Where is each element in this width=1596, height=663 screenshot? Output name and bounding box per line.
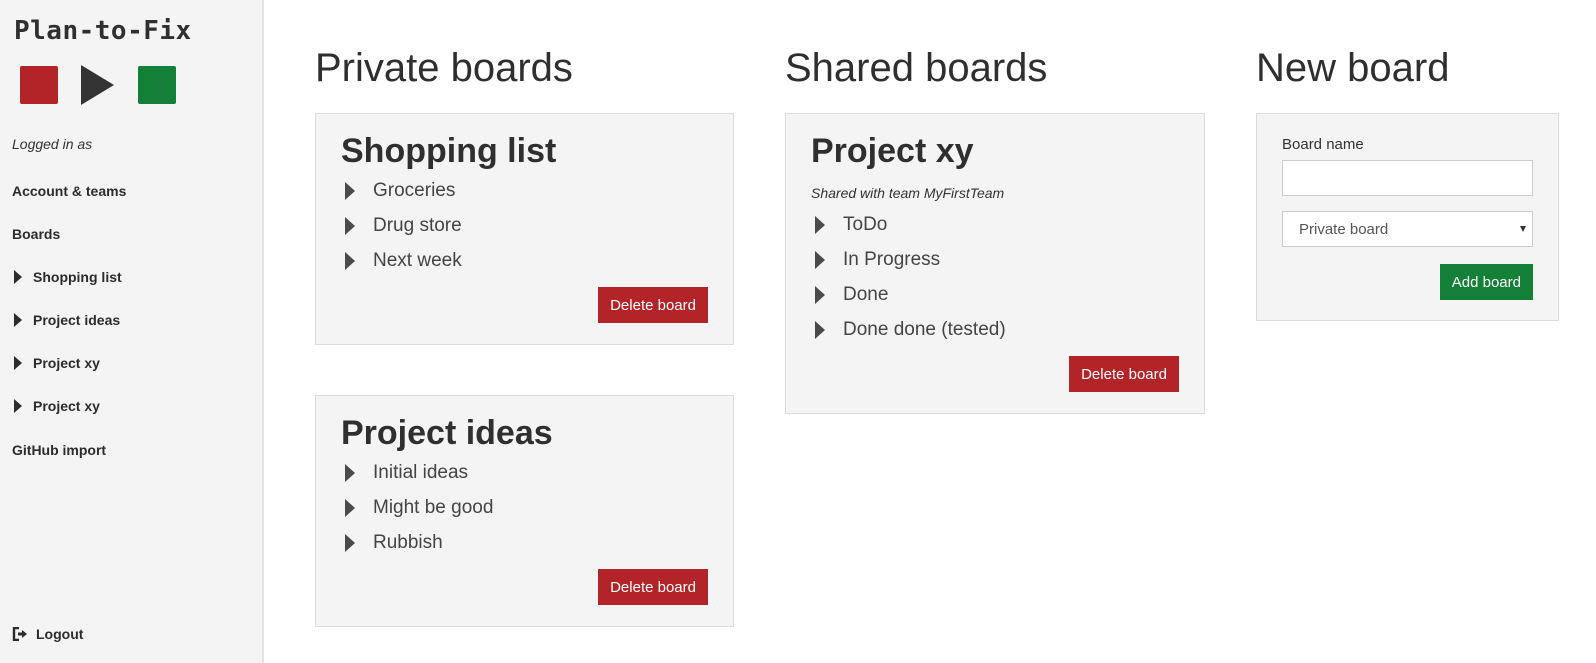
private-boards-heading: Private boards — [315, 46, 573, 90]
sidebar-board-link[interactable]: Shopping list — [14, 269, 122, 285]
delete-board-button[interactable]: Delete board — [598, 569, 708, 605]
list-name: In Progress — [843, 249, 941, 270]
logout-button[interactable]: Logout — [12, 626, 83, 642]
sidebar-item-boards[interactable]: Boards — [12, 226, 60, 242]
sidebar-board-label: Project xy — [33, 355, 100, 371]
sidebar-board-label: Shopping list — [33, 269, 122, 285]
board-title: Project ideas — [341, 414, 553, 452]
board-name-input[interactable] — [1282, 160, 1533, 196]
list-name: Next week — [373, 250, 462, 271]
caret-right-icon — [345, 464, 355, 482]
sidebar-item-account-teams[interactable]: Account & teams — [12, 183, 126, 199]
app-logo-title: Plan-to-Fix — [14, 16, 192, 46]
play-icon — [81, 65, 114, 105]
new-board-form: Board name Private board Add board — [1256, 113, 1559, 321]
board-name-label: Board name — [1282, 136, 1364, 153]
red-square-icon — [20, 66, 58, 104]
sidebar-board-label: Project xy — [33, 398, 100, 414]
caret-right-icon — [345, 182, 355, 200]
new-board-heading: New board — [1256, 46, 1450, 90]
board-list-item[interactable]: In Progress — [815, 249, 940, 271]
list-name: Drug store — [373, 215, 462, 236]
board-list-item[interactable]: ToDo — [815, 214, 887, 236]
board-list-item[interactable]: Next week — [345, 250, 462, 272]
logout-label: Logout — [36, 626, 84, 642]
caret-right-icon — [14, 356, 22, 370]
caret-right-icon — [345, 217, 355, 235]
board-title: Project xy — [811, 132, 974, 170]
caret-right-icon — [345, 499, 355, 517]
list-name: Done — [843, 284, 889, 305]
caret-right-icon — [345, 252, 355, 270]
board-type-selected: Private board — [1299, 220, 1389, 238]
add-board-button[interactable]: Add board — [1439, 264, 1533, 300]
dropdown-arrow-icon — [1520, 226, 1526, 232]
sidebar-item-github-import[interactable]: GitHub import — [12, 442, 106, 458]
board-card-project-xy: Project xy Shared with team MyFirstTeam … — [785, 113, 1205, 414]
sidebar: Plan-to-Fix Logged in as Account & teams… — [0, 0, 264, 663]
sidebar-board-label: Project ideas — [33, 312, 121, 328]
list-name: Rubbish — [373, 532, 443, 553]
shared-boards-heading: Shared boards — [785, 46, 1048, 90]
caret-right-icon — [815, 251, 825, 269]
caret-right-icon — [14, 313, 22, 327]
list-name: Initial ideas — [373, 462, 469, 483]
board-list-item[interactable]: Initial ideas — [345, 462, 468, 484]
board-list-item[interactable]: Rubbish — [345, 532, 443, 554]
caret-right-icon — [815, 321, 825, 339]
logout-icon — [12, 627, 27, 641]
delete-board-button[interactable]: Delete board — [1069, 356, 1179, 392]
board-type-select[interactable]: Private board — [1282, 211, 1533, 247]
board-list-item[interactable]: Done — [815, 284, 888, 306]
board-card-shopping-list: Shopping list Groceries Drug store Next … — [315, 113, 734, 345]
list-name: Groceries — [373, 180, 456, 201]
caret-right-icon — [14, 399, 22, 413]
board-list-item[interactable]: Groceries — [345, 180, 455, 202]
caret-right-icon — [14, 270, 22, 284]
board-card-project-ideas: Project ideas Initial ideas Might be goo… — [315, 395, 734, 627]
delete-board-button[interactable]: Delete board — [598, 287, 708, 323]
board-list-item[interactable]: Might be good — [345, 497, 493, 519]
list-name: Done done (tested) — [843, 319, 1006, 340]
sidebar-board-link[interactable]: Project xy — [14, 355, 100, 371]
caret-right-icon — [345, 534, 355, 552]
caret-right-icon — [815, 286, 825, 304]
sidebar-board-link[interactable]: Project ideas — [14, 312, 120, 328]
caret-right-icon — [815, 216, 825, 234]
board-list-item[interactable]: Drug store — [345, 215, 462, 237]
board-title: Shopping list — [341, 132, 557, 170]
shared-with-label: Shared with team MyFirstTeam — [811, 185, 1005, 201]
green-square-icon — [138, 66, 176, 104]
board-list-item[interactable]: Done done (tested) — [815, 319, 1006, 341]
list-name: Might be good — [373, 497, 494, 518]
list-name: ToDo — [843, 214, 888, 235]
logged-in-label: Logged in as — [12, 136, 93, 152]
sidebar-board-link[interactable]: Project xy — [14, 398, 100, 414]
